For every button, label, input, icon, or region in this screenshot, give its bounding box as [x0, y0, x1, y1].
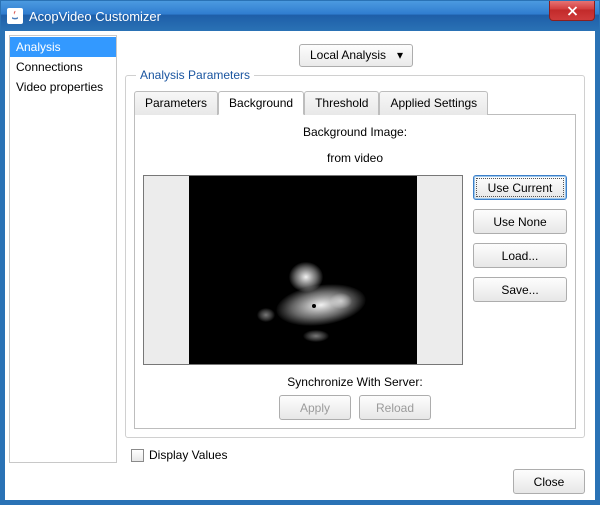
background-source: from video: [143, 151, 567, 165]
window-close-button[interactable]: [549, 1, 595, 21]
close-icon: [567, 6, 578, 16]
background-image-frame: [143, 175, 463, 365]
analysis-mode-combo[interactable]: Local Analysis ▾: [299, 44, 413, 67]
button-label: Reload: [376, 401, 414, 415]
content: Local Analysis ▾ Analysis Parameters Par…: [121, 35, 591, 463]
sidebar-item-label: Video properties: [16, 80, 103, 94]
load-button[interactable]: Load...: [473, 243, 567, 268]
tab-parameters[interactable]: Parameters: [134, 91, 218, 115]
button-label: Use Current: [488, 181, 553, 195]
combo-value: Local Analysis: [310, 48, 386, 62]
sidebar-item-analysis[interactable]: Analysis: [10, 37, 116, 57]
close-button[interactable]: Close: [513, 469, 585, 494]
analysis-parameters-group: Analysis Parameters Parameters Backgroun…: [125, 75, 585, 438]
main-area: Analysis Connections Video properties Lo…: [9, 35, 591, 463]
reload-button: Reload: [359, 395, 431, 420]
java-icon: [7, 8, 23, 24]
display-values-row: Display Values: [131, 448, 591, 462]
button-label: Save...: [501, 283, 538, 297]
sync-heading: Synchronize With Server:: [143, 375, 567, 389]
display-values-label: Display Values: [149, 448, 227, 462]
tab-threshold[interactable]: Threshold: [304, 91, 379, 115]
sidebar-item-connections[interactable]: Connections: [10, 57, 116, 77]
use-none-button[interactable]: Use None: [473, 209, 567, 234]
sidebar-item-label: Analysis: [16, 40, 61, 54]
client-area: Analysis Connections Video properties Lo…: [1, 31, 599, 504]
tab-label: Background: [229, 96, 293, 110]
background-row: Use Current Use None Load... Save...: [143, 175, 567, 365]
tab-label: Threshold: [315, 96, 368, 110]
sidebar-item-video-properties[interactable]: Video properties: [10, 77, 116, 97]
footer: Close: [9, 463, 591, 496]
tab-label: Applied Settings: [390, 96, 477, 110]
button-label: Apply: [300, 401, 330, 415]
button-label: Close: [534, 475, 565, 489]
use-current-button[interactable]: Use Current: [473, 175, 567, 200]
groupbox-title: Analysis Parameters: [136, 68, 254, 82]
tab-background[interactable]: Background: [218, 91, 304, 115]
background-heading: Background Image:: [143, 125, 567, 139]
tab-label: Parameters: [145, 96, 207, 110]
sidebar: Analysis Connections Video properties: [9, 35, 117, 463]
tabs: Parameters Background Threshold Applied …: [134, 90, 576, 115]
tab-panel-background: Background Image: from video: [134, 115, 576, 429]
save-button[interactable]: Save...: [473, 277, 567, 302]
button-label: Use None: [493, 215, 546, 229]
background-buttons: Use Current Use None Load... Save...: [473, 175, 567, 365]
button-label: Load...: [502, 249, 539, 263]
tab-applied-settings[interactable]: Applied Settings: [379, 91, 488, 115]
display-values-checkbox[interactable]: [131, 449, 144, 462]
background-image: [189, 176, 418, 364]
titlebar: AcopVideo Customizer: [1, 1, 599, 31]
sync-buttons: Apply Reload: [143, 395, 567, 420]
window: AcopVideo Customizer Analysis Connection…: [0, 0, 600, 505]
window-title: AcopVideo Customizer: [29, 9, 161, 24]
apply-button: Apply: [279, 395, 351, 420]
chevron-down-icon: ▾: [392, 48, 408, 62]
sidebar-item-label: Connections: [16, 60, 83, 74]
